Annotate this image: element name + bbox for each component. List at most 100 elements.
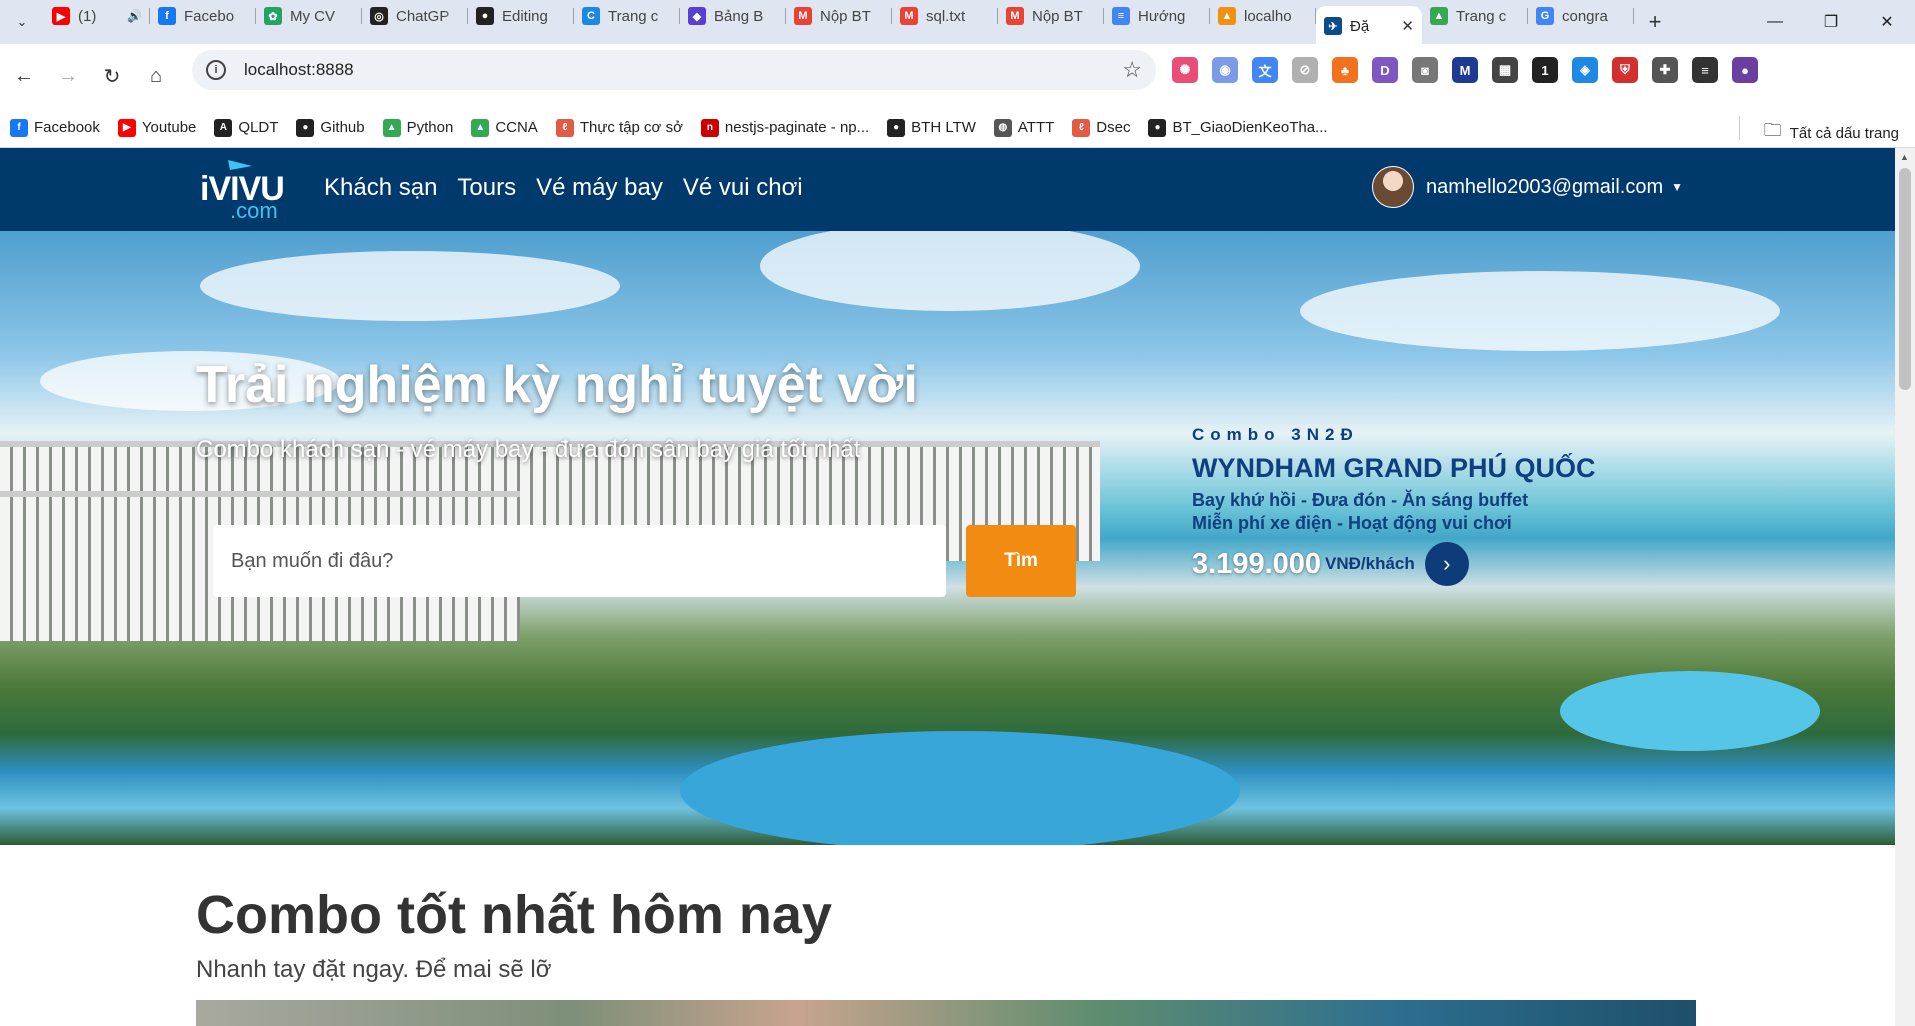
media-icon[interactable]: ≡ (1692, 57, 1718, 83)
browser-tab[interactable]: ▶ (1) 🔊 (44, 0, 150, 34)
tag-icon[interactable]: ◈ (1572, 57, 1598, 83)
browser-tab[interactable]: ◎ ChatGP (362, 0, 468, 34)
scroll-up-icon[interactable]: ▲ (1900, 152, 1909, 162)
profile-icon[interactable]: ● (1732, 57, 1758, 83)
angular-icon: A (214, 118, 233, 137)
new-tab-button[interactable]: + (1640, 7, 1670, 37)
bookmark-item[interactable]: ● BTH LTW (887, 118, 976, 137)
folder-icon: 🗀 (1763, 120, 1782, 140)
tab-search-chevron-icon[interactable]: ⌄ (8, 8, 36, 36)
bookmark-item[interactable]: n nestjs-paginate - np... (700, 118, 870, 137)
gmail-icon: M (1006, 7, 1024, 25)
page-scrollbar[interactable]: ▲ (1895, 148, 1915, 1026)
site-info-icon[interactable]: i (206, 60, 226, 80)
bookmarks-bar: f Facebook ▶ Youtube A QLDT ● Github ▲ Python ▲ CCN… (0, 108, 1915, 148)
browser-tab[interactable]: ◆ Bảng B (680, 0, 786, 34)
bookmark-item[interactable]: ● BT_GiaoDienKeoTha... (1148, 118, 1328, 137)
tab-title: Hướng (1138, 7, 1186, 25)
bookmark-label: nestjs-paginate - np... (724, 119, 870, 136)
back-icon[interactable]: ← (2, 54, 46, 98)
minimize-icon[interactable]: — (1747, 0, 1803, 44)
restore-icon[interactable]: ❐ (1803, 0, 1859, 44)
camera-icon[interactable]: ◙ (1412, 57, 1438, 83)
tab-title: Editing (502, 7, 548, 25)
inbox-icon[interactable]: 1 (1532, 57, 1558, 83)
combo-image[interactable] (196, 1000, 1696, 1026)
puzzle-icon[interactable]: ✚ (1652, 57, 1678, 83)
tab-title: Trang c (608, 7, 659, 25)
qr-icon[interactable]: ▦ (1492, 57, 1518, 83)
bookmark-label: Github (320, 119, 365, 136)
chevron-right-icon[interactable]: › (1424, 542, 1469, 586)
browser-tab[interactable]: ✈ Đặ ✕ (1316, 6, 1422, 46)
browser-tab[interactable]: ≡ Hướng (1104, 0, 1210, 34)
hero-title: Trải nghiệm kỳ nghỉ tuyệt vời (196, 356, 918, 414)
bookmark-label: Youtube (141, 119, 197, 136)
tab-title: Facebo (184, 7, 235, 25)
d-icon[interactable]: D (1372, 57, 1398, 83)
browser-tab[interactable]: ▲ localho (1210, 0, 1316, 34)
home-icon[interactable]: ⌂ (134, 54, 178, 98)
bookmark-label: Facebook (34, 119, 100, 136)
nav-hotels[interactable]: Khách sạn (324, 174, 437, 202)
gmail-icon: M (900, 7, 918, 25)
m-icon[interactable]: M (1452, 57, 1478, 83)
bookmark-star-icon[interactable]: ☆ (1122, 57, 1142, 83)
shield-icon[interactable]: ⛨ (1612, 57, 1638, 83)
site-navbar: iVIVU .com Khách sạn Tours Vé máy bay Vé… (0, 148, 1895, 231)
bookmark-item[interactable]: ▲ Python (382, 118, 453, 137)
bookmark-item[interactable]: ▶ Youtube (117, 118, 197, 137)
bookmark-item[interactable]: ▲ CCNA (471, 118, 538, 137)
bookmark-item[interactable]: ℓ Thực tập cơ sở (555, 118, 683, 137)
app-icon: ◆ (688, 7, 706, 25)
search-button[interactable]: Tìm (966, 525, 1076, 597)
avatar (1372, 166, 1415, 208)
bookmark-item[interactable]: ◍ ATTT (993, 118, 1054, 137)
tab-title: Bảng B (714, 7, 764, 25)
reload-icon[interactable]: ↻ (90, 54, 134, 98)
destination-search-input[interactable] (213, 525, 946, 597)
close-window-icon[interactable]: ✕ (1859, 0, 1915, 44)
logo-bottom-text: .com (230, 198, 278, 223)
main-nav: Khách sạn Tours Vé máy bay Vé vui chơi (324, 174, 803, 202)
drive-icon: ▲ (471, 118, 490, 137)
url-text[interactable]: localhost:8888 (244, 60, 354, 80)
browser-tab[interactable]: ▲ Trang c (1422, 0, 1528, 34)
scrollbar-thumb[interactable] (1899, 168, 1911, 390)
bookmark-item[interactable]: ℓ Dsec (1072, 118, 1130, 137)
browser-tab[interactable]: M Nộp BT (998, 0, 1104, 34)
nav-tours[interactable]: Tours (457, 174, 516, 202)
speaker-icon[interactable]: 🔊 (127, 9, 142, 23)
browser-tab[interactable]: f Facebo (150, 0, 256, 34)
browser-tab[interactable]: Gcongra (1528, 0, 1634, 34)
user-menu[interactable]: namhello2003@gmail.com ▼ (1372, 166, 1683, 208)
browser-tab[interactable]: ● Editing (468, 0, 574, 34)
all-bookmarks-button[interactable]: 🗀 Tất cả dấu trang (1764, 118, 1899, 148)
quill-icon: ℓ (1072, 118, 1091, 137)
browser-tab[interactable]: M Nộp BT (786, 0, 892, 34)
forward-icon[interactable]: → (46, 54, 90, 98)
color-wheel-icon[interactable]: ✺ (1172, 57, 1198, 83)
bookmark-item[interactable]: A QLDT (214, 118, 278, 137)
ivivu-logo[interactable]: iVIVU .com (200, 158, 292, 223)
section-title: Combo tốt nhất hôm nay (196, 885, 832, 945)
nav-tickets[interactable]: Vé vui chơi (683, 174, 803, 202)
lens-icon[interactable]: ◉ (1212, 57, 1238, 83)
cloud-shape (760, 231, 1140, 311)
address-bar[interactable]: i localhost:8888 ☆ (192, 50, 1156, 90)
browser-tab[interactable]: ✿ My CV (256, 0, 362, 34)
promo-banner[interactable]: Combo 3N2Đ WYNDHAM GRAND PHÚ QUỐC Bay kh… (1192, 425, 1595, 586)
close-tab-icon[interactable]: ✕ (1401, 17, 1414, 35)
browser-tab[interactable]: C Trang c (574, 0, 680, 34)
bookmark-list: f Facebook ▶ Youtube A QLDT ● Github ▲ Python ▲ CCN… (10, 118, 1328, 137)
translate-icon[interactable]: 文 (1252, 57, 1278, 83)
youtube-icon: ▶ (52, 7, 70, 25)
user-email: namhello2003@gmail.com (1426, 175, 1664, 198)
compass-icon[interactable]: ⊘ (1292, 57, 1318, 83)
fox-icon[interactable]: ♣ (1332, 57, 1358, 83)
browser-tab[interactable]: Msql.txt (892, 0, 998, 34)
nav-flights[interactable]: Vé máy bay (536, 174, 663, 202)
bookmark-item[interactable]: ● Github (296, 118, 365, 137)
drive-icon: ▲ (382, 118, 401, 137)
bookmark-item[interactable]: f Facebook (10, 118, 100, 137)
